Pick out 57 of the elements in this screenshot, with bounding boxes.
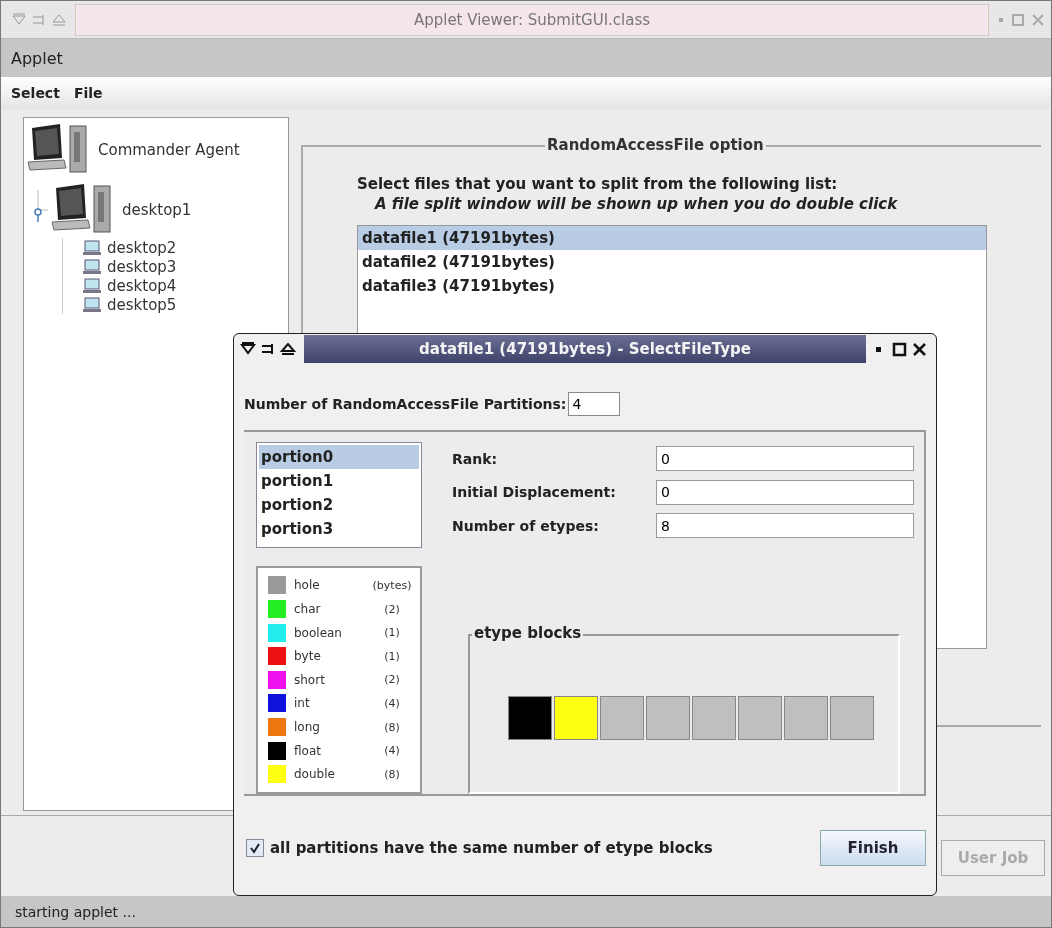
finish-button[interactable]: Finish	[820, 830, 926, 866]
portion-list-item[interactable]: portion0	[259, 445, 419, 469]
etype-size: (2)	[383, 673, 401, 687]
portion-list-item[interactable]: portion1	[259, 469, 419, 493]
etype-name: short	[294, 672, 326, 687]
etype-name: double	[294, 767, 336, 782]
instruction-text: Select files that you want to split from the following list:	[357, 175, 839, 193]
tree-node[interactable]: desktop2	[107, 238, 177, 257]
monitor-icon	[83, 258, 101, 275]
monitor-icon	[83, 296, 101, 313]
group-title: etype blocks	[472, 624, 584, 643]
input-field[interactable]: 0	[656, 479, 914, 505]
dialog-title: datafile1 (47191bytes) - SelectFileType	[419, 340, 751, 358]
file-list-item[interactable]: datafile1 (47191bytes)	[358, 226, 986, 250]
field-label: Rank:	[452, 450, 499, 467]
status-text: starting applet ...	[15, 904, 136, 920]
checkbox[interactable]	[246, 839, 264, 857]
applet-menu[interactable]: Applet	[11, 48, 63, 68]
tree-node[interactable]: desktop1	[122, 201, 192, 219]
input-field[interactable]: 8	[656, 513, 914, 539]
etype-name: byte	[294, 649, 322, 664]
tree-node[interactable]: Commander Agent	[98, 141, 240, 159]
menu-item[interactable]: File	[73, 85, 103, 101]
etype-size: (1)	[383, 626, 401, 640]
portion-list-item[interactable]: portion2	[259, 493, 419, 517]
tree-node[interactable]: desktop3	[107, 257, 177, 276]
file-list-item[interactable]: datafile2 (47191bytes)	[358, 250, 986, 274]
hint-text: A file split window will be shown up when you do double click	[373, 195, 899, 213]
group-title: RandomAccessFile option	[545, 136, 766, 154]
field-label: Initial Displacement:	[452, 484, 617, 501]
etype-size: (2)	[383, 602, 401, 616]
file-list-item[interactable]: datafile3 (47191bytes)	[358, 274, 986, 298]
monitor-icon	[83, 277, 101, 294]
etype-size: (8)	[383, 767, 401, 781]
portion-list-item[interactable]: portion3	[259, 517, 419, 541]
etype-size: (bytes)	[371, 578, 413, 592]
etype-name: long	[294, 720, 321, 734]
etype-size: (4)	[383, 696, 401, 710]
window-title: Applet Viewer: SubmitGUI.class	[75, 3, 989, 36]
etype-name: char	[294, 602, 322, 617]
etype-name: int	[294, 696, 311, 711]
field-label: Number of etypes:	[452, 517, 600, 534]
etype-name: hole	[294, 578, 321, 593]
etype-size: (1)	[383, 649, 401, 663]
etype-name: boolean	[294, 625, 343, 640]
menu-item[interactable]: Select	[11, 85, 60, 101]
partitions-field[interactable]: 4	[568, 392, 621, 416]
tree-node[interactable]: desktop5	[107, 295, 177, 314]
etype-size: (4)	[383, 744, 401, 758]
etype-name: float	[294, 743, 322, 758]
checkbox-label: all partitions have the same number of etype blocks	[270, 839, 714, 857]
check-icon	[249, 842, 261, 854]
tree-node[interactable]: desktop4	[107, 276, 177, 295]
input-field[interactable]: 0	[656, 446, 914, 472]
etype-size: (8)	[383, 720, 401, 734]
partitions-label: Number of RandomAccessFile Partitions:	[244, 396, 567, 412]
monitor-icon	[83, 239, 101, 256]
